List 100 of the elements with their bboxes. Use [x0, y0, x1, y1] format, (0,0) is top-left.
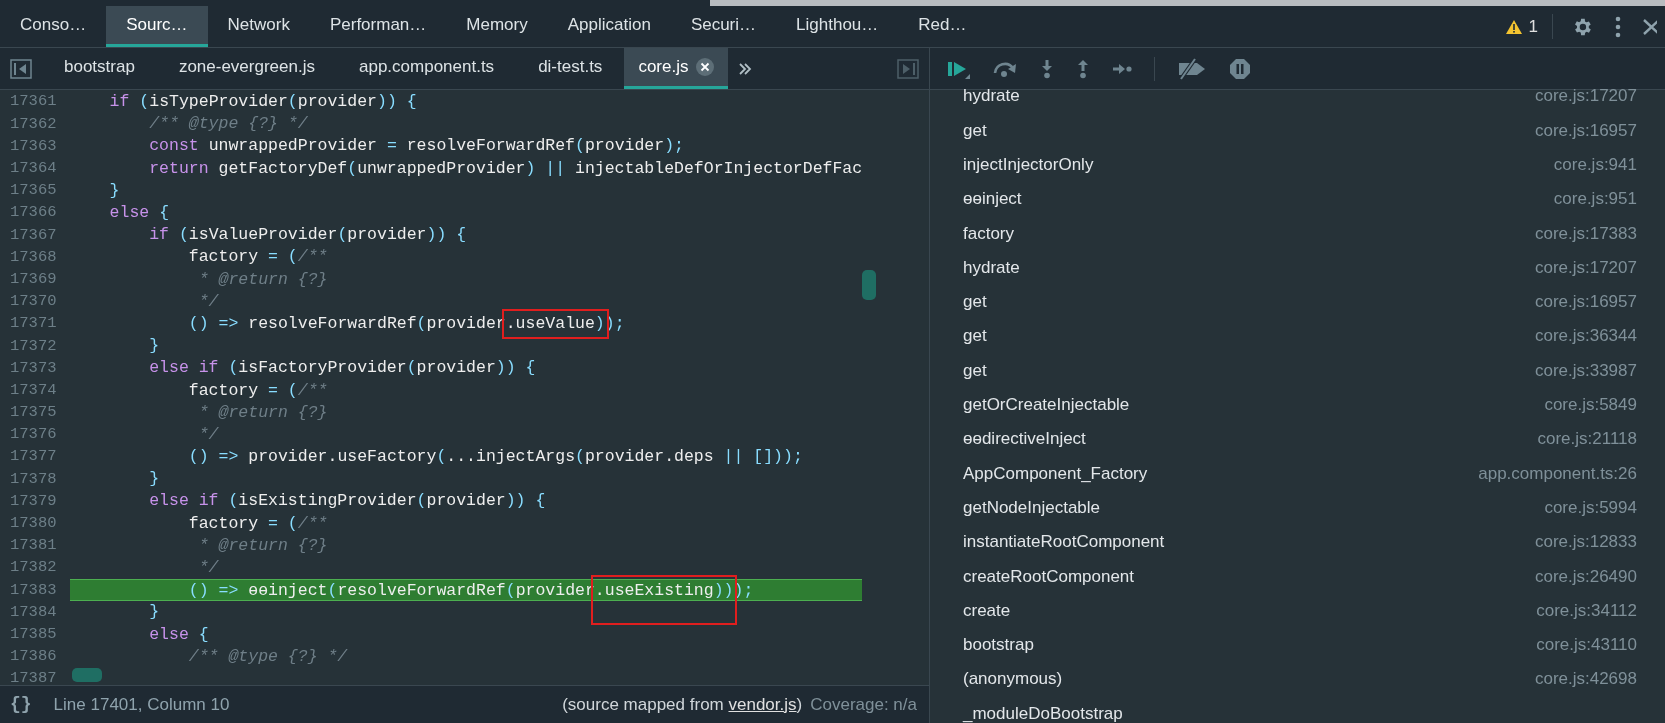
function-name[interactable]: (anonymous)	[963, 666, 1063, 692]
frame-location[interactable]: core.js:43110	[1536, 632, 1637, 658]
line-number: 17380	[9, 513, 58, 535]
code-line: () => provider.useFactory(...injectArgs(provider.deps || []));	[187, 446, 803, 469]
file-tab[interactable]: bootstrap	[42, 48, 157, 89]
frame-location[interactable]: core.js:36344	[1534, 323, 1637, 349]
coverage-label: Coverage: n/a	[809, 693, 918, 716]
code-line: else {	[108, 202, 170, 225]
line-number: 17379	[9, 490, 58, 512]
panel-tab[interactable]: Conso…	[0, 6, 107, 47]
panel-tab[interactable]: Securi…	[670, 6, 777, 47]
panel-tab[interactable]: Memory	[446, 6, 548, 47]
file-tab[interactable]: di-test.ts	[516, 48, 625, 89]
frame-location[interactable]: core.js:5849	[1544, 392, 1637, 418]
function-name[interactable]: get	[963, 357, 987, 384]
code-line: * @return {?}	[197, 401, 328, 424]
frame-location[interactable]: core.js:21118	[1537, 426, 1637, 452]
function-name[interactable]: _moduleDoBootstrap	[963, 700, 1123, 723]
frame-location[interactable]: core.js:951	[1553, 186, 1637, 212]
function-name[interactable]: create	[963, 597, 1011, 624]
function-name[interactable]: get	[963, 117, 987, 144]
file-tab[interactable]: core.js	[624, 48, 729, 89]
line-number: 17362	[9, 113, 58, 135]
function-name[interactable]: getNodeInjectable	[963, 494, 1101, 521]
step-icon[interactable]	[1112, 62, 1132, 75]
line-number: 17376	[9, 424, 58, 446]
code-line: const unwrappedProvider = resolveForwardRef(provider);	[148, 135, 684, 158]
code-line: else if (isFactoryProvider(provider)) {	[148, 357, 536, 380]
panel-tab[interactable]: Performan…	[309, 6, 447, 47]
pause-exceptions-icon[interactable]	[1229, 57, 1251, 80]
function-name[interactable]: factory	[963, 220, 1015, 247]
frame-location[interactable]: core.js:17207	[1534, 254, 1637, 281]
sidebar-toggle-icon[interactable]	[897, 58, 919, 79]
line-number: 17363	[9, 135, 58, 157]
code-line: }	[148, 468, 160, 491]
scrollbar-thumb[interactable]	[862, 270, 876, 300]
function-name[interactable]: get	[963, 323, 987, 349]
code-line: */	[197, 290, 219, 313]
file-tab[interactable]: app.component.ts	[336, 48, 517, 89]
frame-location[interactable]: core.js:42698	[1534, 666, 1637, 692]
code-line: */	[197, 557, 219, 580]
source-map-note: (source mapped from	[562, 694, 725, 714]
close-icon[interactable]	[1643, 18, 1657, 35]
code-line: * @return {?}	[197, 268, 328, 291]
function-name[interactable]: injectInjectorOnly	[963, 152, 1094, 178]
frame-location[interactable]: core.js:34112	[1536, 597, 1637, 624]
code-line: if (isValueProvider(provider)) {	[148, 224, 467, 247]
scrollbar-thumb[interactable]	[72, 668, 102, 682]
frame-location[interactable]: core.js:26490	[1534, 563, 1637, 590]
function-name[interactable]: ɵɵdirectiveInject	[963, 426, 1086, 452]
more-tabs-icon[interactable]	[738, 61, 753, 76]
more-icon[interactable]	[1615, 15, 1621, 38]
code-line: /** @type {?} */	[148, 113, 308, 136]
panel-tab[interactable]: Red…	[898, 6, 987, 47]
step-out-icon[interactable]	[1076, 58, 1090, 79]
code-line: * @return {?}	[197, 534, 328, 557]
function-name[interactable]: getOrCreateInjectable	[963, 392, 1130, 418]
code-line: if (isTypeProvider(provider)) {	[108, 91, 417, 114]
line-number: 17377	[9, 446, 58, 468]
step-into-icon[interactable]	[1040, 58, 1054, 79]
frame-location[interactable]: core.js:17383	[1534, 220, 1637, 247]
function-name[interactable]: createRootComponent	[963, 563, 1135, 590]
sidebar-toggle-icon[interactable]	[10, 58, 32, 79]
function-name[interactable]: AppComponent_Factory	[963, 460, 1148, 487]
function-name[interactable]: hydrate	[963, 83, 1020, 109]
close-icon[interactable]	[696, 58, 715, 76]
deactivate-breakpoints-icon[interactable]	[1177, 57, 1207, 80]
panel-tab[interactable]: Network	[207, 6, 310, 47]
line-number: 17374	[9, 379, 58, 401]
pretty-print-button[interactable]: {}	[0, 691, 42, 718]
panel-tab[interactable]: Application	[547, 6, 671, 47]
source-map-note: )	[796, 694, 803, 714]
function-name[interactable]: bootstrap	[963, 632, 1034, 658]
frame-location[interactable]: core.js:16957	[1534, 289, 1637, 315]
code-line: else if (isExistingProvider(provider)) {	[148, 490, 546, 513]
code-line: }	[148, 335, 160, 358]
code-line: }	[108, 179, 120, 202]
warning-count[interactable]: 1	[1528, 13, 1538, 40]
line-number: 17387	[9, 668, 58, 685]
line-number: 17385	[9, 623, 58, 645]
line-number: 17382	[9, 557, 58, 579]
frame-location[interactable]: core.js:17207	[1534, 83, 1637, 109]
frame-location[interactable]: core.js:16957	[1534, 117, 1637, 144]
line-number: 17365	[9, 180, 58, 202]
panel-tab[interactable]: Lighthou…	[776, 6, 899, 47]
function-name[interactable]: hydrate	[963, 254, 1020, 281]
line-number: 17368	[9, 246, 58, 268]
frame-location[interactable]: app.component.ts:26	[1478, 460, 1637, 487]
source-link[interactable]: vendor.js	[728, 694, 797, 714]
file-tab[interactable]: zone-evergreen.js	[156, 48, 337, 89]
frame-location[interactable]: core.js:12833	[1534, 529, 1637, 555]
function-name[interactable]: instantiateRootComponent	[963, 529, 1165, 555]
line-number: 17366	[9, 202, 58, 224]
frame-location[interactable]: core.js:941	[1553, 152, 1637, 178]
line-number: 17381	[9, 535, 58, 557]
function-name[interactable]: ɵɵinject	[963, 186, 1022, 212]
frame-location[interactable]: core.js:5994	[1544, 494, 1637, 521]
frame-location[interactable]: core.js:33987	[1534, 357, 1637, 384]
panel-tab[interactable]: Sourc…	[106, 6, 208, 47]
function-name[interactable]: get	[963, 289, 987, 315]
